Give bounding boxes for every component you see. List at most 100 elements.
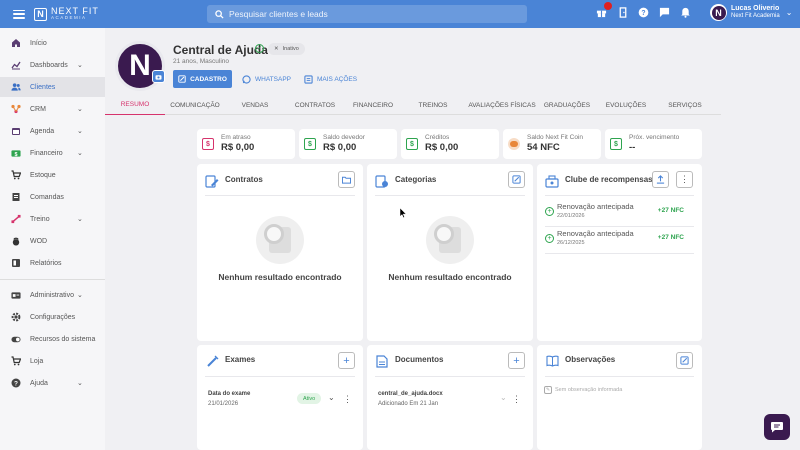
coin-icon (508, 138, 520, 150)
panel-title: Observações (565, 355, 616, 364)
sidebar-item-label: Configurações (30, 313, 76, 321)
empty-state-text: Nenhum resultado encontrado (218, 272, 342, 282)
list-item[interactable]: + Renovação antecipada 22/01/2026 +27 NF… (545, 202, 694, 227)
kebab-icon[interactable]: ⋮ (343, 394, 352, 405)
calendar-icon (11, 126, 21, 136)
folder-button[interactable] (338, 171, 355, 188)
edit-note-icon: ✎ (544, 386, 552, 394)
money-icon: $ (11, 148, 21, 158)
help-icon[interactable]: ? (637, 6, 650, 19)
sidebar-item-comandas[interactable]: Comandas (0, 187, 105, 207)
chat-bubble-icon (771, 422, 783, 433)
edit-button[interactable] (676, 352, 693, 369)
door-icon[interactable] (616, 6, 629, 19)
chevron-down-icon[interactable]: ⌄ (500, 393, 507, 402)
edit-button[interactable] (508, 171, 525, 188)
tab-avaliacoes[interactable]: AVALIAÇÕES FÍSICAS (465, 95, 539, 115)
stat-creditos[interactable]: $ Créditos R$ 0,00 (401, 129, 499, 159)
sidebar-item-recursos[interactable]: Recursos do sistema (0, 329, 105, 349)
camera-icon[interactable] (152, 70, 165, 83)
more-options-button[interactable]: ⋮ (676, 171, 693, 188)
sidebar-item-agenda[interactable]: Agenda ⌄ (0, 121, 105, 141)
panel-divider (205, 376, 355, 377)
clube-recompensas-panel: Clube de recompensas ⋮ + Renovação antec… (537, 164, 702, 341)
chevron-down-icon: ⌄ (785, 8, 793, 17)
dumbbell-icon (11, 214, 21, 224)
logo-icon: N (34, 7, 47, 21)
search-bar[interactable] (207, 5, 527, 23)
menu-icon[interactable] (13, 9, 25, 19)
tab-resumo[interactable]: RESUMO (105, 95, 165, 115)
plus-icon: + (343, 354, 350, 367)
home-icon (11, 38, 21, 48)
sidebar-item-clientes[interactable]: Clientes (0, 77, 105, 97)
receipt-icon (11, 192, 21, 202)
mouse-cursor-icon (400, 208, 407, 218)
tab-comunicacao[interactable]: COMUNICAÇÃO (165, 95, 225, 115)
bell-icon[interactable] (679, 6, 692, 19)
add-document-button[interactable]: + (508, 352, 525, 369)
sidebar-divider (0, 279, 105, 280)
contract-icon (205, 174, 219, 188)
gift-icon[interactable] (595, 2, 612, 19)
stat-em-atraso[interactable]: $ Em atraso R$ 0,00 (197, 129, 295, 159)
sidebar-item-label: Ajuda (30, 379, 48, 387)
stat-saldo-devedor[interactable]: $ Saldo devedor R$ 0,00 (299, 129, 397, 159)
chart-icon (11, 60, 21, 70)
document-filename[interactable]: central_de_ajuda.docx (378, 391, 443, 397)
brand-logo[interactable]: N NEXT FIT ACADEMIA (34, 7, 99, 21)
upload-button[interactable] (652, 171, 669, 188)
sidebar-item-relatorios[interactable]: Relatórios (0, 253, 105, 273)
chat-icon[interactable] (658, 6, 671, 19)
sidebar-item-wod[interactable]: WOD (0, 231, 105, 251)
sidebar-item-label: Recursos do sistema (30, 335, 96, 343)
sidebar-item-administrativo[interactable]: Administrativo ⌄ (0, 285, 105, 305)
edit-icon (512, 175, 521, 184)
sidebar-item-treino[interactable]: Treino ⌄ (0, 209, 105, 229)
sidebar-item-ajuda[interactable]: ? Ajuda ⌄ (0, 373, 105, 393)
panel-title: Exames (225, 355, 256, 364)
sidebar-item-loja[interactable]: Loja (0, 351, 105, 371)
exames-panel: Exames + Data do exame 21/01/2026 Ativo … (197, 345, 363, 450)
tab-graduacoes[interactable]: GRADUAÇÕES (539, 95, 595, 115)
stat-label: Saldo devedor (323, 134, 365, 141)
chevron-down-icon: ⌄ (77, 380, 83, 387)
tab-treinos[interactable]: TREINOS (401, 95, 465, 115)
user-name: Lucas Oliverio (731, 5, 780, 13)
panel-divider (545, 195, 694, 196)
tab-servicos[interactable]: SERVIÇOS (657, 95, 713, 115)
user-menu[interactable]: N Lucas Oliverio Next Fit Academia ⌄ (710, 4, 792, 21)
list-item[interactable]: + Renovação antecipada 26/12/2025 +27 NF… (545, 229, 694, 254)
tab-evolucoes[interactable]: EVOLUÇÕES (595, 95, 657, 115)
stat-value: R$ 0,00 (425, 142, 459, 154)
chat-support-button[interactable] (764, 414, 790, 440)
status-badge: ✕ Inativo (268, 43, 305, 55)
stat-nfc[interactable]: Saldo Next Fit Coin 54 NFC (503, 129, 601, 159)
add-exam-button[interactable]: + (338, 352, 355, 369)
chevron-down-icon[interactable]: ⌄ (328, 393, 335, 402)
profile-subtitle: 21 anos, Masculino (173, 58, 230, 65)
check-circle-icon: ✓ (255, 44, 264, 53)
cadastro-button[interactable]: CADASTRO (173, 70, 232, 88)
profile-tabs: RESUMO COMUNICAÇÃO VENDAS CONTRATOS FINA… (105, 95, 721, 115)
exam-date-label: Data do exame (208, 391, 251, 397)
tab-financeiro[interactable]: FINANCEIRO (345, 95, 401, 115)
whatsapp-button[interactable]: WHATSAPP (242, 70, 291, 88)
kebab-icon[interactable]: ⋮ (512, 394, 521, 405)
sidebar-item-financeiro[interactable]: $ Financeiro ⌄ (0, 143, 105, 163)
svg-text:$: $ (14, 151, 17, 157)
tab-vendas[interactable]: VENDAS (225, 95, 285, 115)
sidebar-item-inicio[interactable]: Início (0, 33, 105, 53)
sidebar-item-configuracoes[interactable]: Configurações (0, 307, 105, 327)
sidebar-item-dashboards[interactable]: Dashboards ⌄ (0, 55, 105, 75)
money-icon: $ (304, 138, 316, 150)
sidebar-item-estoque[interactable]: Estoque (0, 165, 105, 185)
mais-acoes-button[interactable]: MAIS AÇÕES (304, 70, 357, 88)
sidebar-item-label: Clientes (30, 83, 56, 91)
sidebar-item-crm[interactable]: CRM ⌄ (0, 99, 105, 119)
kettlebell-icon (11, 236, 21, 246)
stat-prox-vencimento[interactable]: $ Próx. vencimento -- (605, 129, 702, 159)
tab-contratos[interactable]: CONTRATOS (285, 95, 345, 115)
status-badge-label: Inativo (282, 46, 299, 52)
search-input[interactable] (229, 9, 509, 19)
